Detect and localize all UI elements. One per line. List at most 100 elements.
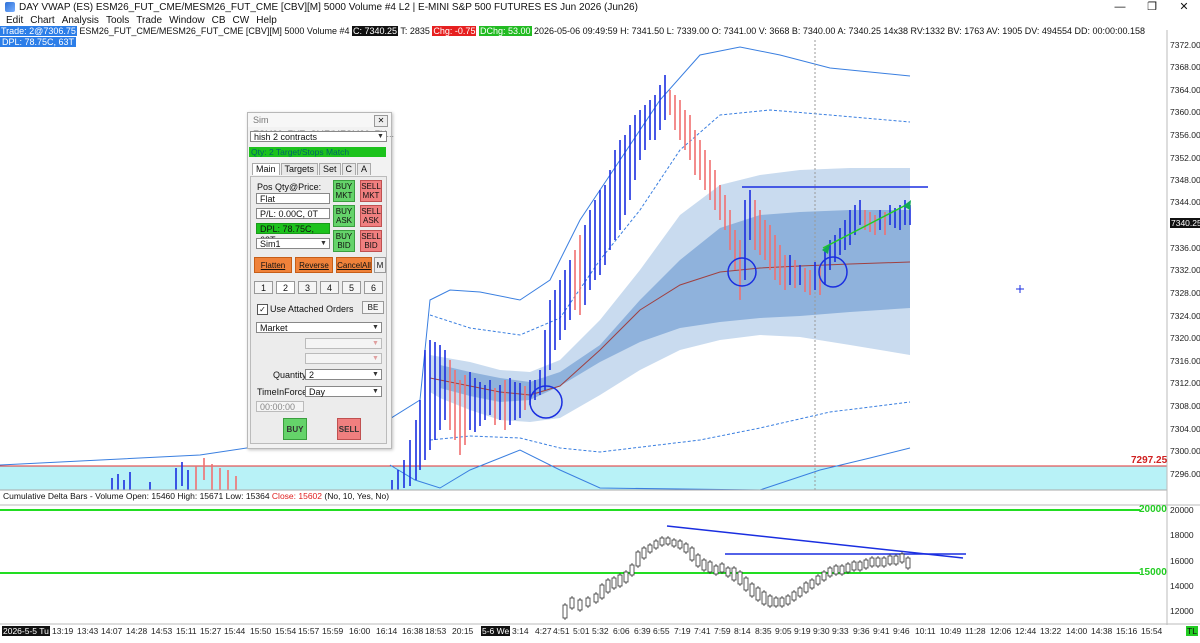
price-tick: 7304.00 <box>1170 424 1200 434</box>
time-tick: 4:27 <box>535 626 552 636</box>
delta-candle <box>749 583 755 597</box>
chevron-down-icon: ▼ <box>372 388 379 395</box>
delta-candle <box>845 563 851 573</box>
time-tick: 9:46 <box>893 626 910 636</box>
delta-candle <box>773 597 779 607</box>
price-tick: 7312.00 <box>1170 378 1200 388</box>
delta-candle <box>617 574 623 587</box>
m-button[interactable]: M <box>374 257 386 273</box>
use-attached-checkbox[interactable]: ✓ <box>257 304 268 315</box>
time-tick: 7:19 <box>674 626 691 636</box>
time-tick: 15:11 <box>176 626 197 636</box>
dpl-value: DPL: 78.75C, 63T <box>256 223 330 245</box>
qty-tab-1[interactable]: 1 <box>254 281 273 294</box>
delta-candle <box>701 559 707 571</box>
price-tick: 7344.00 <box>1170 197 1200 207</box>
account-dropdown[interactable]: hish 2 contracts ▼ <box>250 131 387 142</box>
sell-market-button[interactable]: SELL MKT <box>360 180 382 202</box>
time-tick: 5:32 <box>592 626 609 636</box>
time-tick: 15:16 <box>1116 626 1138 636</box>
study-header: Cumulative Delta Bars - Volume Open: 154… <box>3 491 389 501</box>
sell-ask-label: SELL <box>361 207 381 216</box>
breakeven-button[interactable]: BE <box>362 301 384 314</box>
sim-account-dropdown[interactable]: Sim1 ▼ <box>256 238 330 249</box>
delta-trendline <box>666 525 964 559</box>
delta-candle <box>791 591 797 601</box>
close-icon[interactable]: ✕ <box>374 115 388 127</box>
time-tick: 20:15 <box>452 626 474 636</box>
buy-market-button[interactable]: BUY MKT <box>333 180 355 202</box>
tab-set[interactable]: Set <box>319 163 341 175</box>
time-tick: 13:43 <box>77 626 99 636</box>
delta-candle <box>611 577 617 589</box>
time-tick: 14:28 <box>126 626 148 636</box>
time-tick: 16:00 <box>349 626 371 636</box>
order-type-dropdown[interactable]: Market ▼ <box>256 322 382 333</box>
time-tick: 15:44 <box>224 626 246 636</box>
qty-tab-5[interactable]: 5 <box>342 281 361 294</box>
delta-candle <box>869 557 875 567</box>
sell-market-label: SELL <box>361 182 381 191</box>
sell-ask-button[interactable]: SELL ASK <box>360 205 382 227</box>
tif-dropdown[interactable]: Day ▼ <box>305 386 382 397</box>
reverse-button[interactable]: Reverse <box>295 257 333 273</box>
buy-ask-button[interactable]: BUY ASK <box>333 205 355 227</box>
buy-ask-label: ASK <box>335 216 352 225</box>
delta-candle <box>713 565 719 575</box>
time-tick: 10:11 <box>915 626 936 636</box>
delta-candle <box>803 582 809 593</box>
time-tick: 14:00 <box>1066 626 1088 636</box>
chevron-down-icon: ▼ <box>372 340 379 347</box>
delta-candle <box>821 571 827 581</box>
time-tick: 11:28 <box>965 626 986 636</box>
time-tick: 6:55 <box>653 626 670 636</box>
tab-c[interactable]: C <box>341 163 357 175</box>
tab-targets[interactable]: Targets <box>280 163 319 175</box>
price-chart[interactable] <box>0 0 1200 643</box>
cancel-all-button[interactable]: CancelAll <box>336 257 372 273</box>
tl-tag: TL <box>1186 626 1198 636</box>
trade-tabs: Main Targets Set C A <box>252 163 372 175</box>
qty-tab-4[interactable]: 4 <box>320 281 339 294</box>
sell-bid-button[interactable]: SELL BID <box>360 230 382 252</box>
price-tick: 7364.00 <box>1170 85 1200 95</box>
delta-candle <box>647 544 653 553</box>
quantity-input[interactable]: 2 ▼ <box>305 369 382 380</box>
delta-candle <box>851 561 857 571</box>
delta-candle <box>605 579 611 593</box>
delta-candle <box>577 599 583 611</box>
time-tick: 15:54 <box>275 626 297 636</box>
delta-candle <box>641 547 647 559</box>
time-tick: 16:38 <box>402 626 424 636</box>
tab-main[interactable]: Main <box>252 163 280 175</box>
time-tick: 8:35 <box>755 626 772 636</box>
position-value: Flat <box>256 193 330 204</box>
delta-tick: 14000 <box>1170 581 1194 591</box>
flatten-button[interactable]: Flatten <box>254 257 292 273</box>
tab-a[interactable]: A <box>357 163 372 175</box>
time-input[interactable]: 00:00:00 <box>256 401 304 412</box>
qty-tab-2[interactable]: 2 <box>276 281 295 294</box>
time-tick: 16:14 <box>376 626 398 636</box>
price-input-2[interactable]: ▼ <box>305 353 382 364</box>
price-input-1[interactable]: ▼ <box>305 338 382 349</box>
buy-button[interactable]: BUY <box>283 418 307 440</box>
time-tick: 18:53 <box>425 626 447 636</box>
delta-candle <box>761 591 767 605</box>
time-tick: 14:07 <box>101 626 123 636</box>
delta-candle <box>857 561 863 571</box>
sell-button[interactable]: SELL <box>337 418 361 440</box>
time-tick: 14:53 <box>151 626 173 636</box>
time-tick: 9:30 <box>813 626 830 636</box>
price-tick: 7324.00 <box>1170 311 1200 321</box>
time-tick: 13:19 <box>52 626 74 636</box>
trade-window-title[interactable]: Sim ESM26_FUT_CME/MESM26_FU... <box>248 113 394 139</box>
cumulative-delta-bars <box>562 536 911 620</box>
study-open: Open: 15460 <box>125 491 175 501</box>
price-tick: 7328.00 <box>1170 288 1200 298</box>
delta-candle <box>737 571 743 585</box>
buy-bid-button[interactable]: BUY BID <box>333 230 355 252</box>
qty-tab-6[interactable]: 6 <box>364 281 383 294</box>
qty-tab-3[interactable]: 3 <box>298 281 317 294</box>
study-low: Low: 15364 <box>225 491 270 501</box>
